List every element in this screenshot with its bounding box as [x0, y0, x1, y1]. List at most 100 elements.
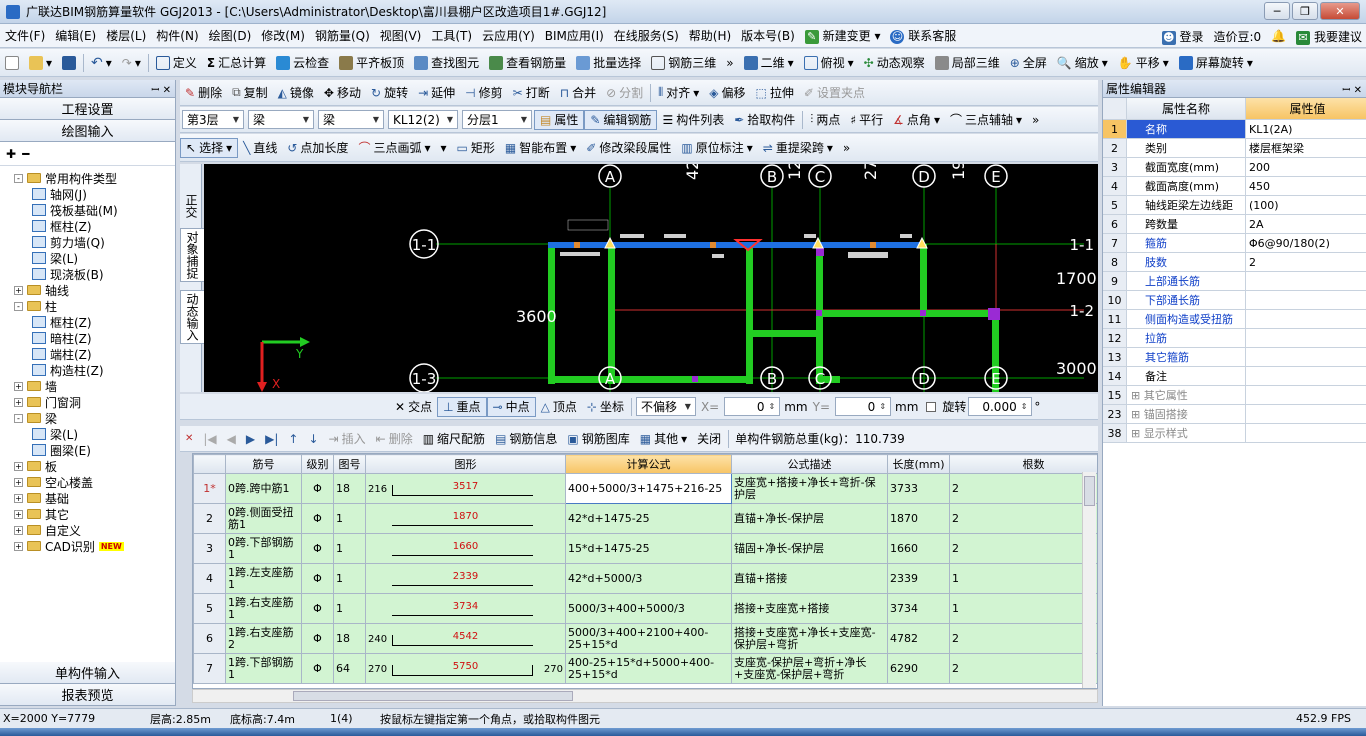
tree-item[interactable]: + 门窗洞	[14, 394, 175, 410]
close-button-rebar[interactable]: 关闭	[692, 429, 726, 449]
cell-grade[interactable]: Φ	[301, 623, 334, 654]
mirror-button[interactable]: ◭ 镜像	[273, 83, 319, 103]
x-input[interactable]: 0 ⇕	[724, 397, 781, 416]
pan-button[interactable]: ✋ 平移 ▾	[1113, 53, 1174, 73]
property-value[interactable]	[1246, 348, 1366, 366]
cell-formula[interactable]: 42*d+5000/3	[565, 563, 732, 594]
open-button[interactable]: ▾	[24, 53, 57, 73]
property-row[interactable]: 10 下部通长筋	[1103, 291, 1366, 310]
align-button[interactable]: ⫴ 对齐 ▾	[653, 83, 704, 103]
project-settings-button[interactable]: 工程设置	[0, 98, 175, 120]
tree-item[interactable]: -梁	[14, 410, 175, 426]
2d-view-button[interactable]: 二维 ▾	[739, 53, 799, 73]
cell-figure-no[interactable]: 18	[333, 473, 366, 504]
table-row[interactable]: 7 1跨.下部钢筋1 Φ 64 270 270 5750 400-25+15*d+5000+4…	[193, 653, 1097, 684]
vscroll-thumb[interactable]	[1084, 476, 1095, 506]
row-number[interactable]: 4	[193, 563, 226, 594]
cell-formula[interactable]: 400+5000/3+1475+216-25	[565, 473, 732, 504]
property-row[interactable]: 14 备注	[1103, 367, 1366, 386]
tree-item[interactable]: + CAD识别 NEW	[14, 538, 175, 554]
tree-item[interactable]: 梁(L)	[14, 426, 175, 442]
table-row[interactable]: 6 1跨.右支座筋2 Φ 18 240 4542 5000/3+400+2100+400-2…	[193, 623, 1097, 654]
property-value[interactable]	[1246, 424, 1366, 442]
cell-figure-no[interactable]: 1	[333, 533, 366, 564]
copy-button[interactable]: ⧉ 复制	[227, 83, 273, 103]
property-row[interactable]: 1 名称 KL1(2A)	[1103, 120, 1366, 139]
cell-bar-no[interactable]: 1跨.右支座筋2	[225, 623, 302, 654]
property-value[interactable]: (100)	[1246, 196, 1366, 214]
cloud-check-button[interactable]: 云检查	[271, 53, 334, 73]
cell-description[interactable]: 直锚+净长-保护层	[731, 503, 888, 534]
row-number[interactable]: 6	[193, 623, 226, 654]
rotate-checkbox[interactable]	[926, 401, 937, 412]
three-point-arc-button[interactable]: ⌒ 三点画弧 ▾	[353, 138, 435, 158]
cell-length[interactable]: 3733	[887, 473, 950, 504]
close-button[interactable]: ✕	[1320, 2, 1360, 20]
tree-item[interactable]: 构造柱(Z)	[14, 362, 175, 378]
header-shape[interactable]: 图形	[365, 454, 566, 474]
delete-row-button[interactable]: ⇤ 删除	[371, 429, 418, 449]
cell-shape[interactable]: 3734	[365, 593, 566, 624]
expand-icon[interactable]: +	[14, 285, 23, 295]
menu-draw[interactable]: 绘图(D)	[204, 27, 257, 44]
spinner-icon[interactable]: ⇕	[879, 402, 886, 411]
expand-all-icon[interactable]: ✚	[6, 147, 16, 161]
menu-tools[interactable]: 工具(T)	[426, 27, 477, 44]
snap-coordinate[interactable]: ⊹ 坐标	[582, 397, 629, 417]
hscroll-thumb[interactable]	[293, 691, 573, 701]
row-number[interactable]: 7	[193, 653, 226, 684]
menu-view[interactable]: 视图(V)	[375, 27, 427, 44]
tree-item[interactable]: + 板	[14, 458, 175, 474]
member-list-button[interactable]: ☰ 构件列表	[657, 110, 729, 130]
rectangle-button[interactable]: ▭ 矩形	[452, 138, 500, 158]
cell-description[interactable]: 锚固+净长-保护层	[731, 533, 888, 564]
in-situ-label-button[interactable]: ▥ 原位标注 ▾	[676, 138, 757, 158]
cell-shape[interactable]: 1660	[365, 533, 566, 564]
tree-item[interactable]: -柱	[14, 298, 175, 314]
cell-length[interactable]: 4782	[887, 623, 950, 654]
pin-close-icon[interactable]: ꟷ ✕	[1342, 82, 1366, 96]
expand-icon[interactable]: ⊞	[1131, 408, 1144, 421]
three-point-axis-button[interactable]: ⌒ 三点辅轴 ▾	[945, 110, 1027, 130]
table-hscrollbar[interactable]	[192, 689, 1098, 703]
menu-online[interactable]: 在线服务(S)	[609, 27, 684, 44]
angle-input[interactable]: 0.000 ⇕	[968, 397, 1033, 416]
more-chevron-icon[interactable]: »	[1027, 110, 1044, 130]
two-point-button[interactable]: ⫶ 两点	[805, 110, 845, 130]
tree-item[interactable]: 框柱(Z)	[14, 314, 175, 330]
break-button[interactable]: ✂ 打断	[508, 83, 555, 103]
property-value[interactable]	[1246, 405, 1366, 423]
floor-select[interactable]: 第3层 ▼	[182, 110, 244, 129]
property-row[interactable]: 7 箍筋 Φ6@90/180(2)	[1103, 234, 1366, 253]
spinner-icon[interactable]: ⇕	[769, 402, 776, 411]
menu-help[interactable]: 帮助(H)	[684, 27, 736, 44]
menu-file[interactable]: 文件(F)	[0, 27, 50, 44]
menu-member[interactable]: 构件(N)	[151, 27, 203, 44]
spinner-icon[interactable]: ⇕	[1021, 402, 1028, 411]
layer-select[interactable]: 分层1 ▼	[462, 110, 532, 129]
cell-bar-no[interactable]: 0跨.跨中筋1	[225, 473, 302, 504]
edit-rebar-button[interactable]: ✎ 编辑钢筋	[584, 109, 658, 130]
cell-bar-no[interactable]: 0跨.侧面受扭筋1	[225, 503, 302, 534]
screen-rotate-button[interactable]: 屏幕旋转 ▾	[1174, 53, 1258, 73]
property-row[interactable]: 5 轴线距梁左边线距 (100)	[1103, 196, 1366, 215]
table-row[interactable]: 3 0跨.下部钢筋1 Φ 1 1660 15*d+1475-25 锚固+净长-保护层 1660…	[193, 533, 1097, 564]
cell-count[interactable]: 2	[949, 623, 1097, 654]
cell-count[interactable]: 2	[949, 503, 1097, 534]
cell-formula[interactable]: 15*d+1475-25	[565, 533, 732, 564]
move-down-button[interactable]: ↓	[303, 429, 323, 449]
cell-shape[interactable]: 240 4542	[365, 623, 566, 654]
offset-select[interactable]: 不偏移 ▼	[635, 397, 696, 416]
rebar-library-button[interactable]: ▣ 钢筋图库	[562, 429, 634, 449]
undo-button[interactable]: ↶ ▾	[86, 53, 117, 73]
cell-grade[interactable]: Φ	[301, 653, 334, 684]
cell-count[interactable]: 2	[949, 653, 1097, 684]
cell-grade[interactable]: Φ	[301, 563, 334, 594]
cell-shape[interactable]: 2339	[365, 563, 566, 594]
zoom-button[interactable]: 🔍 缩放 ▾	[1052, 53, 1113, 73]
property-value[interactable]	[1246, 386, 1366, 404]
expand-icon[interactable]: +	[14, 493, 23, 503]
delete-button[interactable]: ✎ 删除	[180, 83, 227, 103]
cell-length[interactable]: 6290	[887, 653, 950, 684]
offset-button[interactable]: ◈ 偏移	[704, 83, 750, 103]
